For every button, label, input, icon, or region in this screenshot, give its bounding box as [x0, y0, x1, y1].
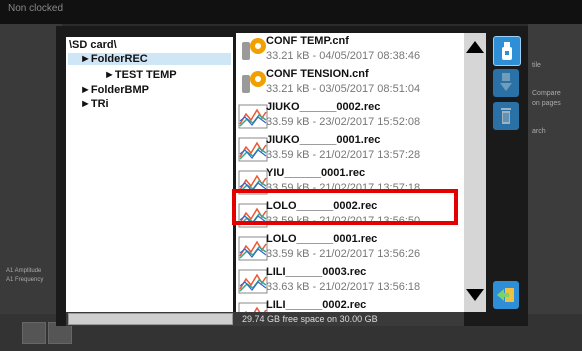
file-row[interactable]: LOLO______0001.rec 33.59 kB - 21/02/2017 …	[236, 231, 464, 264]
open-button[interactable]	[493, 281, 519, 309]
delete-button[interactable]	[493, 102, 519, 130]
record-file-icon	[238, 302, 268, 312]
file-name: LILI______0003.rec	[266, 266, 367, 278]
file-list-scrollbar[interactable]	[464, 33, 486, 312]
folder-tree: \SD card\ ►FolderREC ►TEST TEMP ►FolderB…	[66, 37, 233, 312]
tree-item-sd-card[interactable]: \SD card\	[69, 39, 117, 51]
background-side-panel: A1 Amplitude A1 Frequency	[0, 24, 62, 314]
transfer-button[interactable]	[493, 69, 519, 97]
file-meta: 33.59 kB - 23/02/2017 15:52:08	[266, 116, 421, 128]
folder-open-icon	[497, 288, 514, 302]
background-right-panel: tile Compare on pages arch	[528, 24, 582, 314]
top-bar: Non clocked	[0, 0, 582, 24]
file-name: LOLO______0001.rec	[266, 233, 378, 245]
side-label-1: A1 Amplitude	[6, 268, 42, 274]
file-name: YIU______0001.rec	[266, 167, 366, 179]
file-meta: 33.21 kB - 04/05/2017 08:38:46	[266, 50, 421, 62]
config-file-icon	[242, 71, 266, 93]
space-progress-bar	[68, 313, 233, 325]
right-label-4: arch	[532, 128, 546, 135]
tree-item-folderbmp[interactable]: ►FolderBMP	[80, 84, 149, 96]
file-row[interactable]: JIUKO______0002.rec 33.59 kB - 23/02/2017…	[236, 99, 464, 132]
tree-item-folderrec[interactable]: ►FolderREC	[68, 53, 231, 65]
file-name: CONF TEMP.cnf	[266, 35, 349, 47]
file-meta: 33.59 kB - 21/02/2017 13:57:28	[266, 149, 421, 161]
usb-stick-icon	[502, 42, 512, 60]
record-file-icon	[238, 269, 268, 294]
file-row[interactable]: LILI______0002.rec	[236, 297, 464, 312]
right-label-3: on pages	[532, 100, 561, 107]
file-row[interactable]: CONF TEMP.cnf 33.21 kB - 04/05/2017 08:38…	[236, 33, 464, 66]
transfer-icon	[500, 73, 512, 91]
file-row[interactable]: JIUKO______0001.rec 33.59 kB - 21/02/2017…	[236, 132, 464, 165]
file-meta: 33.21 kB - 03/05/2017 08:51:04	[266, 83, 421, 95]
right-label-1: tile	[532, 62, 541, 69]
background-button-1	[22, 322, 46, 344]
tree-item-test-temp[interactable]: ►TEST TEMP	[104, 69, 177, 81]
free-space-text: 29.74 GB free space on 30.00 GB	[242, 314, 378, 324]
scroll-up-arrow-icon[interactable]	[464, 37, 486, 55]
tree-item-tri[interactable]: ►TRi	[80, 98, 109, 110]
file-name: LILI______0002.rec	[266, 299, 367, 311]
highlighted-file-frame	[232, 189, 458, 225]
file-row[interactable]: CONF TENSION.cnf 33.21 kB - 03/05/2017 08…	[236, 66, 464, 99]
file-meta: 33.59 kB - 21/02/2017 13:56:26	[266, 248, 421, 260]
trash-icon	[501, 108, 511, 124]
record-file-icon	[238, 104, 268, 129]
right-label-2: Compare	[532, 90, 561, 97]
side-label-2: A1 Frequency	[6, 277, 44, 283]
file-row[interactable]: LILI______0003.rec 33.63 kB - 21/02/2017 …	[236, 264, 464, 297]
record-file-icon	[238, 236, 268, 261]
top-label: Non clocked	[8, 3, 64, 14]
file-list: CONF TEMP.cnf 33.21 kB - 04/05/2017 08:38…	[236, 33, 464, 312]
record-file-icon	[238, 137, 268, 162]
usb-button[interactable]	[493, 36, 521, 66]
file-name: JIUKO______0002.rec	[266, 101, 381, 113]
scroll-down-arrow-icon[interactable]	[464, 287, 486, 305]
file-name: JIUKO______0001.rec	[266, 134, 381, 146]
file-name: CONF TENSION.cnf	[266, 68, 369, 80]
config-file-icon	[242, 38, 266, 60]
file-meta: 33.63 kB - 21/02/2017 13:56:18	[266, 281, 421, 293]
